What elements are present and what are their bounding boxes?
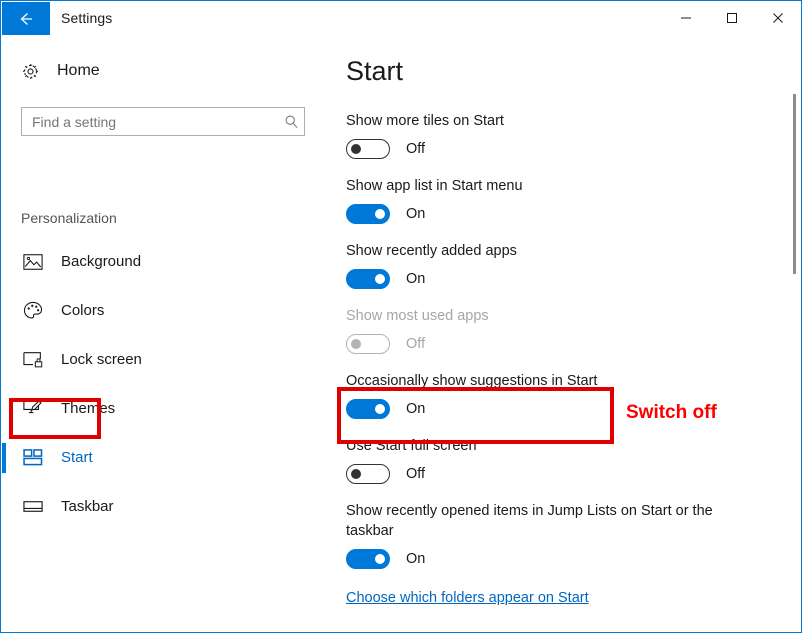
sidebar-item-colors[interactable]: Colors <box>2 286 332 335</box>
toggle-row: On <box>346 204 746 224</box>
title-bar: Settings <box>1 1 801 37</box>
lock-screen-icon <box>21 349 45 371</box>
search-box[interactable] <box>21 107 305 136</box>
choose-folders-link[interactable]: Choose which folders appear on Start <box>346 590 589 606</box>
sidebar-item-label: Start <box>61 449 93 466</box>
setting-show-more-tiles: Show more tiles on Start Off <box>346 111 746 159</box>
toggle-state-label: Off <box>406 466 426 482</box>
toggle-show-most-used <box>346 334 390 354</box>
sidebar-item-home-label: Home <box>57 62 100 79</box>
annotation-note-switch-off: Switch off <box>626 402 717 423</box>
setting-label: Show more tiles on Start <box>346 113 504 129</box>
toggle-state-label: On <box>406 551 426 567</box>
sidebar-section-title: Personalization <box>21 210 117 226</box>
sidebar-item-background[interactable]: Background <box>2 237 332 286</box>
setting-show-app-list: Show app list in Start menu On <box>346 176 746 224</box>
search-input[interactable] <box>22 113 278 130</box>
sidebar-item-label: Themes <box>61 400 116 417</box>
search-icon <box>278 114 304 129</box>
sidebar: Home Personalization <box>2 37 332 632</box>
sidebar-item-label: Taskbar <box>61 498 114 515</box>
toggle-knob <box>375 554 385 564</box>
back-button[interactable] <box>2 2 50 35</box>
toggle-show-recently-added[interactable] <box>346 269 390 289</box>
toggle-state-label: On <box>406 401 426 417</box>
sidebar-nav-list: Background Colors Lock screen Themes Sta… <box>2 237 332 531</box>
scrollbar-thumb[interactable] <box>793 94 796 274</box>
settings-window: Settings Home Find a setting Personaliza… <box>0 0 802 633</box>
maximize-button[interactable] <box>709 1 755 35</box>
toggle-knob <box>351 469 361 479</box>
page-title: Start <box>346 56 404 86</box>
sidebar-item-label: Background <box>61 253 142 270</box>
setting-show-most-used: Show most used apps Off <box>346 306 746 354</box>
sidebar-item-lock-screen[interactable]: Lock screen <box>2 335 332 384</box>
close-button[interactable] <box>755 1 801 35</box>
selection-indicator <box>2 442 6 473</box>
toggle-state-label: On <box>406 271 426 287</box>
toggle-row: On <box>346 269 746 289</box>
maximize-icon <box>727 13 737 23</box>
setting-jump-lists: Show recently opened items in Jump Lists… <box>346 501 746 569</box>
toggle-knob <box>351 144 361 154</box>
main-content: Start Show more tiles on Start Off Show … <box>332 37 801 632</box>
toggle-jump-lists[interactable] <box>346 549 390 569</box>
toggle-state-label: Off <box>406 141 426 157</box>
setting-label: Use Start full screen <box>346 438 477 454</box>
setting-label: Show recently opened items in Jump Lists… <box>346 503 713 539</box>
setting-label: Show recently added apps <box>346 243 517 259</box>
toggle-show-app-list[interactable] <box>346 204 390 224</box>
sidebar-item-start[interactable]: Start <box>2 433 332 482</box>
setting-show-recently-added: Show recently added apps On <box>346 241 746 289</box>
toggle-knob <box>375 404 385 414</box>
setting-use-start-full-screen: Use Start full screen Off <box>346 436 746 484</box>
toggle-show-more-tiles[interactable] <box>346 139 390 159</box>
toggle-row: Off <box>346 464 746 484</box>
toggle-knob <box>375 274 385 284</box>
toggle-state-label: Off <box>406 336 426 352</box>
setting-label: Occasionally show suggestions in Start <box>346 373 598 389</box>
taskbar-icon <box>21 496 45 518</box>
setting-label: Show most used apps <box>346 308 489 324</box>
settings-list: Show more tiles on Start Off Show app li… <box>346 111 746 607</box>
sidebar-item-taskbar[interactable]: Taskbar <box>2 482 332 531</box>
window-title: Settings <box>61 10 113 26</box>
toggle-knob <box>351 339 361 349</box>
back-arrow-icon <box>20 12 32 25</box>
toggle-row: On <box>346 549 746 569</box>
picture-icon <box>21 251 45 273</box>
close-icon <box>773 13 783 23</box>
sidebar-item-themes[interactable]: Themes <box>2 384 332 433</box>
toggle-show-suggestions[interactable] <box>346 399 390 419</box>
toggle-state-label: On <box>406 206 426 222</box>
palette-icon <box>21 300 45 322</box>
minimize-icon <box>681 17 691 19</box>
minimize-button[interactable] <box>663 1 709 35</box>
toggle-knob <box>375 209 385 219</box>
gear-icon <box>19 60 41 82</box>
sidebar-item-label: Lock screen <box>61 351 142 368</box>
toggle-use-start-full-screen[interactable] <box>346 464 390 484</box>
start-tiles-icon <box>21 447 45 469</box>
sidebar-item-home[interactable]: Home <box>19 60 100 82</box>
setting-label: Show app list in Start menu <box>346 178 523 194</box>
sidebar-item-label: Colors <box>61 302 105 319</box>
toggle-row: Off <box>346 139 746 159</box>
scrollbar-track[interactable] <box>788 37 800 632</box>
toggle-row: Off <box>346 334 746 354</box>
themes-icon <box>21 398 45 420</box>
